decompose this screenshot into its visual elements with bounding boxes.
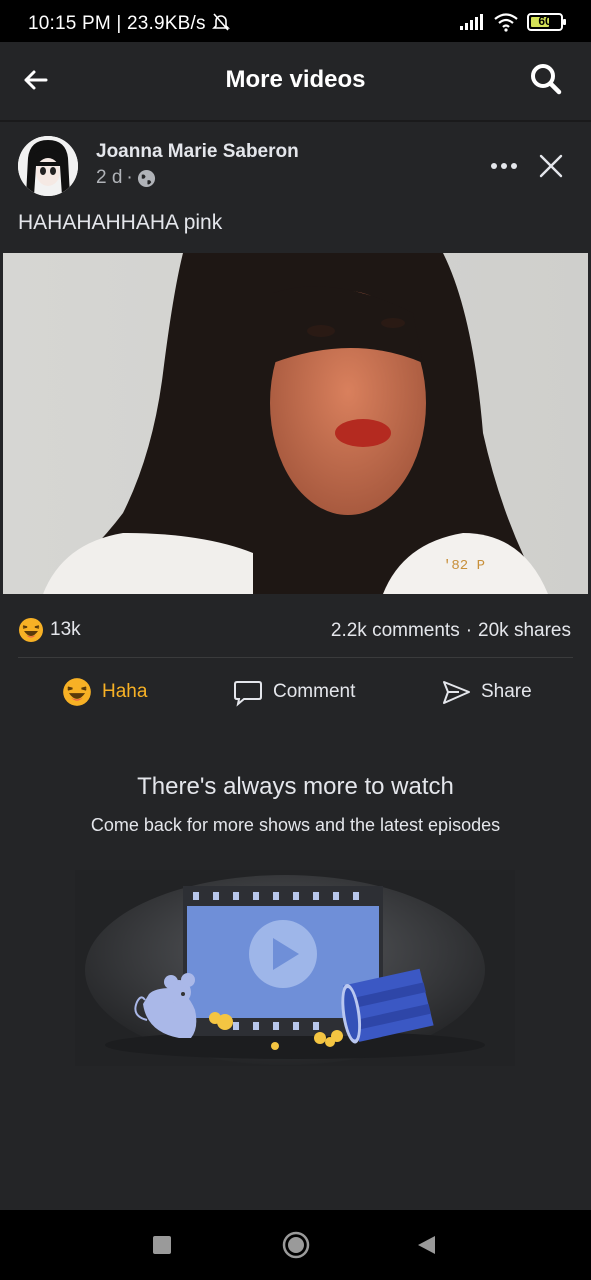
more-options-icon[interactable] <box>488 152 520 180</box>
signal-icon <box>460 14 483 30</box>
shares-count[interactable]: 20k shares <box>478 620 571 642</box>
svg-text:'82 P: '82 P <box>443 558 485 574</box>
status-time-speed: 10:15 PM | 23.9KB/s <box>28 12 231 35</box>
haha-button[interactable]: Haha <box>62 672 147 712</box>
share-button[interactable]: Share <box>441 672 532 712</box>
video-illustration <box>75 870 515 1066</box>
globe-icon <box>137 169 155 187</box>
haha-emoji-icon <box>19 618 43 642</box>
reaction-count: 13k <box>50 619 81 640</box>
post-meta: 2 d · <box>96 167 156 189</box>
reaction-summary[interactable]: 13k <box>18 617 81 643</box>
comment-label: Comment <box>273 681 356 702</box>
video-thumbnail[interactable]: '82 P <box>3 253 588 594</box>
home-icon[interactable] <box>281 1230 311 1260</box>
empty-state-title: There's always more to watch <box>137 773 454 800</box>
share-label: Share <box>481 681 532 702</box>
actions-divider <box>18 657 573 658</box>
haha-emoji-icon <box>63 678 91 706</box>
engagement-counts: 2.2k comments · 20k shares <box>331 620 571 642</box>
author-name[interactable]: Joanna Marie Saberon <box>96 141 299 163</box>
system-nav-bar <box>0 1210 591 1280</box>
meta-separator: · <box>126 167 133 188</box>
counts-separator: · <box>465 620 473 641</box>
wifi-icon <box>494 13 518 32</box>
back-nav-icon[interactable] <box>415 1234 437 1256</box>
comment-icon <box>234 681 262 707</box>
share-icon <box>443 681 470 704</box>
comment-button[interactable]: Comment <box>233 672 355 712</box>
haha-label: Haha <box>102 681 148 702</box>
search-icon[interactable] <box>529 62 563 96</box>
post-caption: HAHAHAHHAHA pink <box>18 211 223 234</box>
app-header: More videos <box>0 42 591 122</box>
recents-icon[interactable] <box>151 1234 173 1256</box>
mute-bell-icon <box>212 13 231 31</box>
comments-count[interactable]: 2.2k comments <box>331 620 460 642</box>
close-icon[interactable] <box>538 153 564 179</box>
empty-state-subtitle: Come back for more shows and the latest … <box>90 815 501 835</box>
avatar[interactable] <box>18 136 78 196</box>
page-title: More videos <box>225 66 366 93</box>
status-bar: 10:15 PM | 23.9KB/s 60 <box>0 0 591 42</box>
post-time: 2 d <box>96 167 123 188</box>
battery-icon: 60 <box>527 13 566 31</box>
